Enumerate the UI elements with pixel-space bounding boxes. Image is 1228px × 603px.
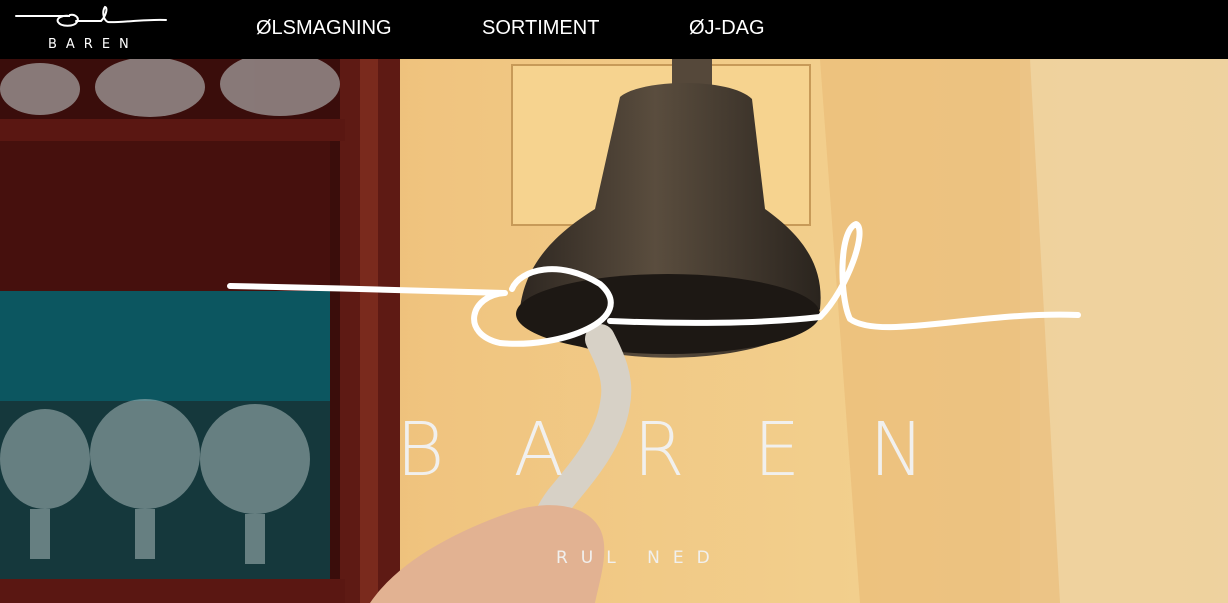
scroll-down-hint[interactable]: RUL NED: [556, 548, 723, 568]
hero-title: BAREN: [396, 407, 994, 493]
brand-logo[interactable]: BAREN: [14, 3, 168, 55]
nav-item-sortiment[interactable]: SORTIMENT: [482, 17, 599, 40]
nav-item-olsmagning[interactable]: ØLSMAGNING: [256, 17, 392, 40]
nav-item-oj-dag[interactable]: ØJ-DAG: [689, 17, 765, 40]
hero-video: BAREN RUL NED: [0, 59, 1228, 603]
hero-script-logo-icon: [227, 221, 1081, 347]
logo-text: BAREN: [48, 37, 138, 52]
top-navigation-bar: BAREN ØLSMAGNING SORTIMENT ØJ-DAG: [0, 0, 1228, 59]
